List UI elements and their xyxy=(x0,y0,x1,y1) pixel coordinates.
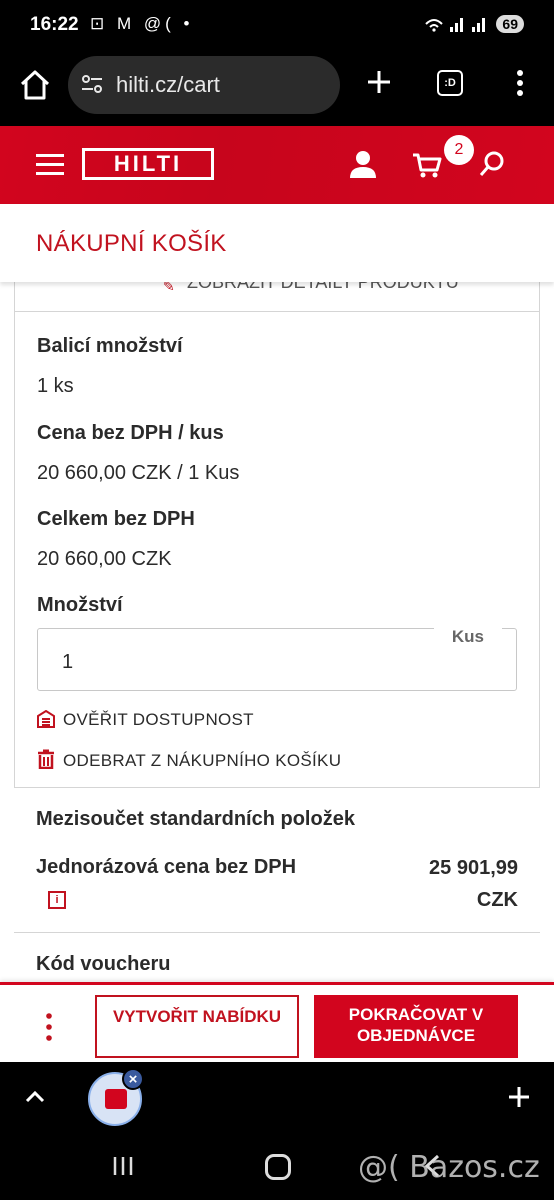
pack-quantity-value: 1 ks xyxy=(37,375,74,397)
pencil-icon: ✎ xyxy=(163,282,175,294)
info-icon[interactable]: i xyxy=(48,891,66,909)
notification-icons: ⊡ M @( • xyxy=(90,14,194,33)
status-time: 16:22 xyxy=(30,14,79,35)
subtotal-title: Mezisoučet standardních položek xyxy=(36,808,355,830)
browser-toolbar: hilti.cz/cart :D xyxy=(0,52,554,126)
url-text[interactable]: hilti.cz/cart xyxy=(116,72,220,98)
continue-order-button[interactable]: POKRAČOVAT V OBJEDNÁVCE xyxy=(314,995,518,1058)
trash-icon xyxy=(38,749,54,770)
remove-from-cart-label[interactable]: ODEBRAT Z NÁKUPNÍHO KOŠÍKU xyxy=(63,751,341,770)
check-availability-link[interactable]: OVĚŘIT DOSTUPNOST xyxy=(37,709,254,730)
signal-icons xyxy=(424,14,494,38)
onetime-price-amount: 25 901,99 xyxy=(429,857,518,879)
close-icon[interactable]: × xyxy=(122,1068,144,1090)
divider xyxy=(14,932,540,933)
product-details-row: ✎ ZOBRAZIT DETAILY PRODUKTU xyxy=(15,282,539,312)
pack-quantity-label: Balicí množství xyxy=(37,335,183,357)
browser-bottom-bar: × @( Bazos.cz xyxy=(0,1062,554,1200)
page-title-bar: NÁKUPNÍ KOŠÍK xyxy=(0,204,554,282)
cart-count-badge: 2 xyxy=(444,135,474,165)
unit-price-value: 20 660,00 CZK / 1 Kus xyxy=(37,462,240,484)
plus-icon[interactable] xyxy=(365,68,393,96)
product-details-link[interactable]: ZOBRAZIT DETAILY PRODUKTU xyxy=(187,282,459,293)
create-offer-button[interactable]: VYTVOŘIT NABÍDKU xyxy=(95,995,299,1058)
cart-icon[interactable] xyxy=(412,152,442,178)
more-options-icon[interactable] xyxy=(46,1013,52,1041)
checkout-action-bar: VYTVOŘIT NABÍDKU POKRAČOVAT V OBJEDNÁVCE xyxy=(0,982,554,1062)
more-vert-icon[interactable] xyxy=(510,68,530,98)
voucher-label: Kód voucheru xyxy=(36,953,171,975)
bazos-watermark: @( Bazos.cz xyxy=(358,1150,540,1185)
battery-indicator: 69 xyxy=(496,15,524,33)
hilti-favicon-icon xyxy=(105,1089,127,1109)
quantity-value[interactable]: 1 xyxy=(62,651,73,674)
site-header: HILTI xyxy=(0,126,554,204)
total-label: Celkem bez DPH xyxy=(37,508,195,530)
hilti-logo[interactable]: HILTI xyxy=(82,148,214,180)
quantity-unit: Kus xyxy=(433,627,502,647)
onetime-price-label: Jednorázová cena bez DPH xyxy=(36,856,297,878)
status-bar: 16:22 ⊡ M @( • 69 xyxy=(0,0,554,52)
search-icon[interactable] xyxy=(478,150,506,178)
total-value: 20 660,00 CZK xyxy=(37,548,172,570)
hamburger-menu-icon[interactable] xyxy=(36,154,64,176)
site-settings-icon[interactable] xyxy=(80,72,104,96)
recents-icon[interactable] xyxy=(112,1156,134,1176)
tabs-button[interactable]: :D xyxy=(437,70,463,96)
warehouse-icon xyxy=(37,709,55,728)
home-icon[interactable] xyxy=(18,68,52,102)
unit-price-label: Cena bez DPH / kus xyxy=(37,422,224,444)
quantity-label: Množství xyxy=(37,594,123,616)
onetime-price-currency: CZK xyxy=(476,889,518,911)
page-title: NÁKUPNÍ KOŠÍK xyxy=(36,230,227,257)
chevron-up-icon[interactable] xyxy=(24,1086,46,1108)
quantity-input[interactable]: 1 Kus xyxy=(37,627,517,691)
remove-from-cart-link[interactable]: ODEBRAT Z NÁKUPNÍHO KOŠÍKU xyxy=(37,749,341,771)
plus-icon[interactable] xyxy=(508,1086,530,1108)
check-availability-label[interactable]: OVĚŘIT DOSTUPNOST xyxy=(63,710,254,729)
user-icon[interactable] xyxy=(348,150,378,178)
nav-home-icon[interactable] xyxy=(265,1154,291,1180)
